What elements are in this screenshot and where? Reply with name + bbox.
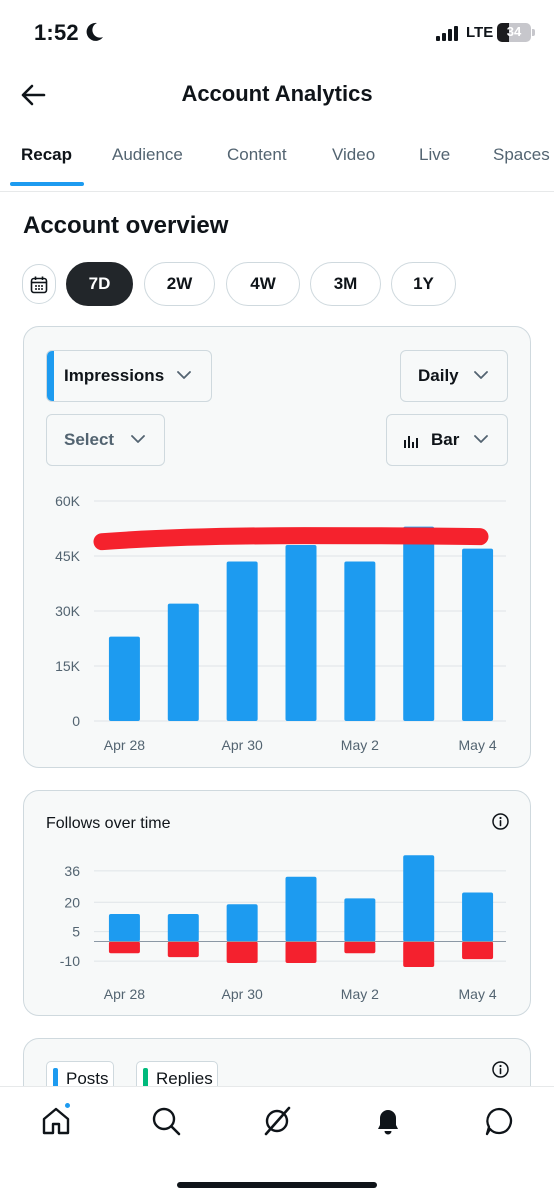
search-icon[interactable] xyxy=(150,1105,182,1137)
home-notification-dot xyxy=(63,1101,72,1110)
y-tick-label: -10 xyxy=(60,953,80,969)
y-tick-label: 5 xyxy=(72,924,80,940)
tab-live[interactable]: Live xyxy=(419,145,450,165)
y-tick-label: 60K xyxy=(55,493,81,509)
range-7d[interactable]: 7D xyxy=(66,262,133,306)
impressions-bar xyxy=(285,545,317,721)
red-marker-annotation xyxy=(93,527,489,551)
x-tick-label: Apr 28 xyxy=(104,737,145,753)
tab-audience[interactable]: Audience xyxy=(112,145,183,165)
x-tick-label: May 2 xyxy=(341,737,379,753)
calendar-button[interactable] xyxy=(22,264,56,304)
range-2w[interactable]: 2W xyxy=(144,262,215,306)
range-1y[interactable]: 1Y xyxy=(391,262,456,306)
calendar-icon xyxy=(30,276,48,294)
x-tick-label: May 4 xyxy=(459,986,497,1002)
unfollows-bar xyxy=(108,941,140,954)
notifications-icon[interactable] xyxy=(372,1105,404,1137)
follows-bar xyxy=(285,876,317,942)
section-title: Account overview xyxy=(23,212,229,239)
date-range-selector: 7D 2W 4W 3M 1Y xyxy=(22,262,542,306)
follows-bar-chart: 36 20 5 -10 Apr 28 Apr 30 May 2 May 4 xyxy=(60,855,506,1002)
replies-color-swatch xyxy=(143,1068,148,1088)
impressions-bar xyxy=(108,636,140,721)
unfollows-bar xyxy=(167,941,199,958)
follows-bar xyxy=(226,904,258,942)
bottom-navigation xyxy=(0,1086,554,1199)
unfollows-bar xyxy=(226,941,258,964)
follows-bar xyxy=(462,892,494,942)
impressions-bar xyxy=(462,548,494,721)
messages-icon[interactable] xyxy=(483,1105,515,1137)
active-tab-indicator xyxy=(10,182,84,186)
posts-color-swatch xyxy=(53,1068,58,1088)
grok-icon[interactable] xyxy=(261,1105,293,1137)
impressions-bar xyxy=(167,603,199,721)
follows-bar xyxy=(108,914,140,942)
tab-video[interactable]: Video xyxy=(332,145,375,165)
header: Account Analytics xyxy=(0,66,554,126)
moon-icon xyxy=(86,22,103,41)
x-tick-label: Apr 30 xyxy=(222,737,263,753)
follows-bar xyxy=(403,855,435,942)
range-4w[interactable]: 4W xyxy=(226,262,300,306)
battery-level: 34 xyxy=(506,24,522,39)
unfollows-bar xyxy=(403,941,435,967)
arrow-left-icon[interactable] xyxy=(20,82,46,108)
unfollows-bar xyxy=(285,941,317,964)
tab-content[interactable]: Content xyxy=(227,145,287,165)
impressions-card: Impressions Daily Select Bar 0 15K 30K 45K 6… xyxy=(23,326,531,768)
y-tick-label: 36 xyxy=(64,863,80,879)
home-indicator xyxy=(177,1182,377,1188)
battery-icon: 34 xyxy=(497,23,531,42)
y-tick-label: 0 xyxy=(72,713,80,729)
impressions-bar-chart: 0 15K 30K 45K 60K Apr 28 Apr 30 May 2 May 4 xyxy=(55,493,506,753)
follows-card: Follows over time 36 20 5 -10 Apr 28 Apr 30 Ma… xyxy=(23,790,531,1016)
follows-bar xyxy=(344,898,376,942)
impressions-bar xyxy=(344,561,376,721)
tab-recap[interactable]: Recap xyxy=(21,145,72,165)
x-tick-label: May 4 xyxy=(459,737,497,753)
cellular-signal-icon xyxy=(436,26,458,41)
network-type: LTE xyxy=(466,24,494,41)
range-3m[interactable]: 3M xyxy=(310,262,381,306)
status-bar: 1:52 LTE 34 xyxy=(0,0,554,66)
y-tick-label: 45K xyxy=(55,548,81,564)
page-title: Account Analytics xyxy=(181,81,373,106)
y-tick-label: 20 xyxy=(64,894,80,910)
x-tick-label: May 2 xyxy=(341,986,379,1002)
x-tick-label: Apr 30 xyxy=(222,986,263,1002)
follows-bar xyxy=(167,914,199,942)
y-tick-label: 15K xyxy=(55,658,81,674)
info-icon[interactable] xyxy=(492,1061,509,1078)
tab-spaces[interactable]: Spaces xyxy=(493,145,550,165)
status-time: 1:52 xyxy=(34,20,79,45)
y-tick-label: 30K xyxy=(55,603,81,619)
unfollows-bar xyxy=(462,941,494,960)
impressions-bar xyxy=(403,526,435,721)
tab-bar: Recap Audience Content Video Live Spaces xyxy=(0,126,554,192)
x-tick-label: Apr 28 xyxy=(104,986,145,1002)
unfollows-bar xyxy=(344,941,376,954)
impressions-bar xyxy=(226,561,258,721)
